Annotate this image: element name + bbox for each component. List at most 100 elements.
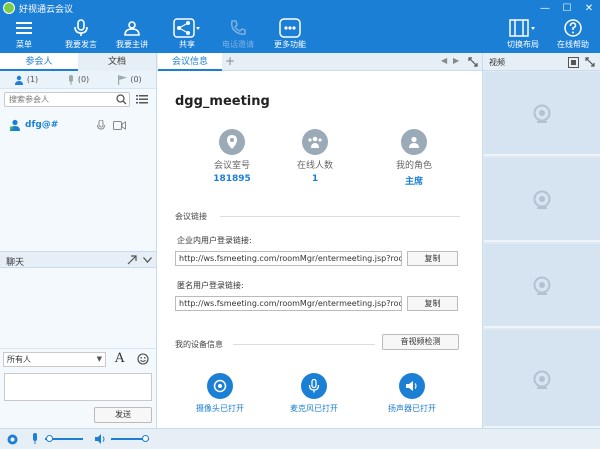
- tab-meeting-info[interactable]: 会议信息: [158, 53, 222, 71]
- tab-prev-icon[interactable]: ◀: [441, 56, 447, 65]
- video-slot[interactable]: [484, 244, 600, 328]
- speaker-icon[interactable]: [95, 434, 107, 444]
- menu-button[interactable]: 菜单: [6, 16, 42, 53]
- center-tabs: 会议信息 + ◀ ▶: [157, 53, 482, 71]
- participant-mic-icon[interactable]: [97, 120, 105, 131]
- network-status-icon[interactable]: [7, 434, 18, 445]
- filter-users[interactable]: (1): [0, 75, 52, 85]
- filter-mic[interactable]: (0): [52, 74, 104, 85]
- host-button[interactable]: 我要主讲: [113, 16, 151, 53]
- phone-invite-label: 电话邀请: [222, 40, 254, 49]
- camera-status[interactable]: 摄像头已打开: [185, 373, 255, 414]
- chat-recipient-select[interactable]: 所有人 ▼: [3, 352, 106, 367]
- fullscreen-icon[interactable]: [468, 57, 478, 67]
- mic-volume-handle[interactable]: [46, 435, 53, 442]
- speak-button[interactable]: 我要发言: [62, 16, 100, 53]
- send-button[interactable]: 发送: [94, 407, 152, 423]
- speaker-volume-handle[interactable]: [142, 435, 149, 442]
- microphone-icon[interactable]: [31, 433, 39, 445]
- search-icon[interactable]: [116, 94, 127, 105]
- meeting-links-heading: 会议链接: [175, 212, 207, 221]
- share-icon: [173, 18, 200, 38]
- participant-camera-icon[interactable]: [113, 121, 126, 130]
- flag-icon: [118, 74, 128, 85]
- minimize-icon[interactable]: —: [534, 0, 556, 16]
- share-label: 共享: [179, 40, 195, 49]
- more-label: 更多功能: [274, 40, 306, 49]
- popout-icon[interactable]: [127, 255, 137, 265]
- role-value: 主席: [404, 177, 423, 187]
- participant-name: dfg@#: [25, 120, 59, 130]
- user-icon: [14, 75, 23, 85]
- video-slot[interactable]: [484, 72, 600, 156]
- app-logo-icon: [3, 2, 15, 14]
- chevron-down-icon[interactable]: [143, 257, 152, 263]
- center-panel: 会议信息 + ◀ ▶ dgg_meeting 会议室号 181895 在线人数 …: [157, 53, 482, 428]
- camera-placeholder-icon: [533, 276, 551, 295]
- camera-icon: [207, 373, 233, 399]
- phone-invite-button[interactable]: 电话邀请: [218, 16, 258, 53]
- layout-icon: [509, 19, 535, 37]
- host-label: 我要主讲: [116, 40, 148, 49]
- maximize-icon[interactable]: ☐: [556, 0, 578, 16]
- chat-compose: 所有人 ▼ A 发送: [0, 348, 156, 428]
- role-label: 我的角色: [395, 161, 432, 171]
- help-button[interactable]: 在线帮助: [553, 16, 593, 53]
- internal-link-field[interactable]: http://ws.fsmeeting.com/roomMgr/entermee…: [175, 251, 402, 266]
- share-button[interactable]: 共享: [168, 16, 206, 53]
- role-user-icon: [401, 129, 427, 155]
- copy-internal-link-button[interactable]: 复制: [407, 251, 458, 266]
- participant-search-input[interactable]: [4, 92, 130, 107]
- video-slot[interactable]: [484, 330, 600, 428]
- speaker-icon: [399, 373, 425, 399]
- copy-anonymous-link-button[interactable]: 复制: [407, 296, 458, 311]
- participant-row[interactable]: dfg@#: [0, 117, 156, 133]
- speaker-status-label: 扬声器已打开: [388, 404, 436, 413]
- add-tab-icon[interactable]: +: [225, 54, 235, 68]
- device-info-heading: 我的设备信息: [175, 340, 223, 349]
- layout-label: 切换布局: [507, 40, 539, 49]
- emoji-icon[interactable]: [137, 353, 149, 365]
- anonymous-link-field[interactable]: http://ws.fsmeeting.com/roomMgr/entermee…: [175, 296, 402, 311]
- more-button[interactable]: 更多功能: [270, 16, 310, 53]
- help-label: 在线帮助: [557, 40, 589, 49]
- video-slot[interactable]: [484, 158, 600, 242]
- room-number-stat: 会议室号 181895: [197, 129, 267, 184]
- microphone-icon: [301, 373, 327, 399]
- filter-flag[interactable]: (0): [104, 74, 156, 85]
- video-settings-icon[interactable]: [568, 57, 579, 68]
- main-toolbar: 菜单 我要发言 我要主讲 共享 电话邀请 更多功能 切换布局 在线帮助: [0, 16, 600, 53]
- room-number-value: 181895: [213, 174, 251, 184]
- window-controls: — ☐ ✕: [534, 0, 600, 16]
- role-stat: 我的角色 主席: [379, 129, 449, 187]
- layout-button[interactable]: 切换布局: [503, 16, 543, 53]
- online-count-label: 在线人数: [296, 161, 333, 171]
- tab-next-icon[interactable]: ▶: [453, 56, 459, 65]
- mic-count: (0): [77, 75, 90, 84]
- flag-count: (0): [130, 75, 142, 84]
- meeting-title: dgg_meeting: [175, 94, 270, 109]
- close-icon[interactable]: ✕: [578, 0, 600, 16]
- camera-placeholder-icon: [533, 190, 551, 209]
- more-functions-icon: [279, 18, 301, 38]
- tab-participants[interactable]: 参会人: [0, 53, 78, 71]
- av-check-button[interactable]: 音视频检测: [382, 334, 459, 350]
- group-icon: [302, 129, 328, 155]
- microphone-status-label: 麦克风已打开: [290, 404, 338, 413]
- menu-label: 菜单: [16, 40, 32, 49]
- list-view-icon[interactable]: [136, 95, 148, 104]
- divider: [233, 344, 375, 345]
- chat-message-input[interactable]: [4, 373, 152, 401]
- camera-status-label: 摄像头已打开: [196, 404, 244, 413]
- tab-documents[interactable]: 文档: [78, 53, 156, 71]
- camera-placeholder-icon: [533, 104, 551, 123]
- camera-placeholder-icon: [533, 370, 551, 389]
- chat-recipient-value: 所有人: [7, 355, 31, 364]
- chat-title: 聊天: [6, 258, 25, 268]
- microphone-status[interactable]: 麦克风已打开: [279, 373, 349, 414]
- presenter-user-icon: [9, 119, 20, 131]
- anonymous-link-label: 匿名用户登录链接:: [177, 281, 244, 290]
- font-icon[interactable]: A: [115, 351, 124, 366]
- fullscreen-icon[interactable]: [585, 57, 595, 67]
- speaker-status[interactable]: 扬声器已打开: [377, 373, 447, 414]
